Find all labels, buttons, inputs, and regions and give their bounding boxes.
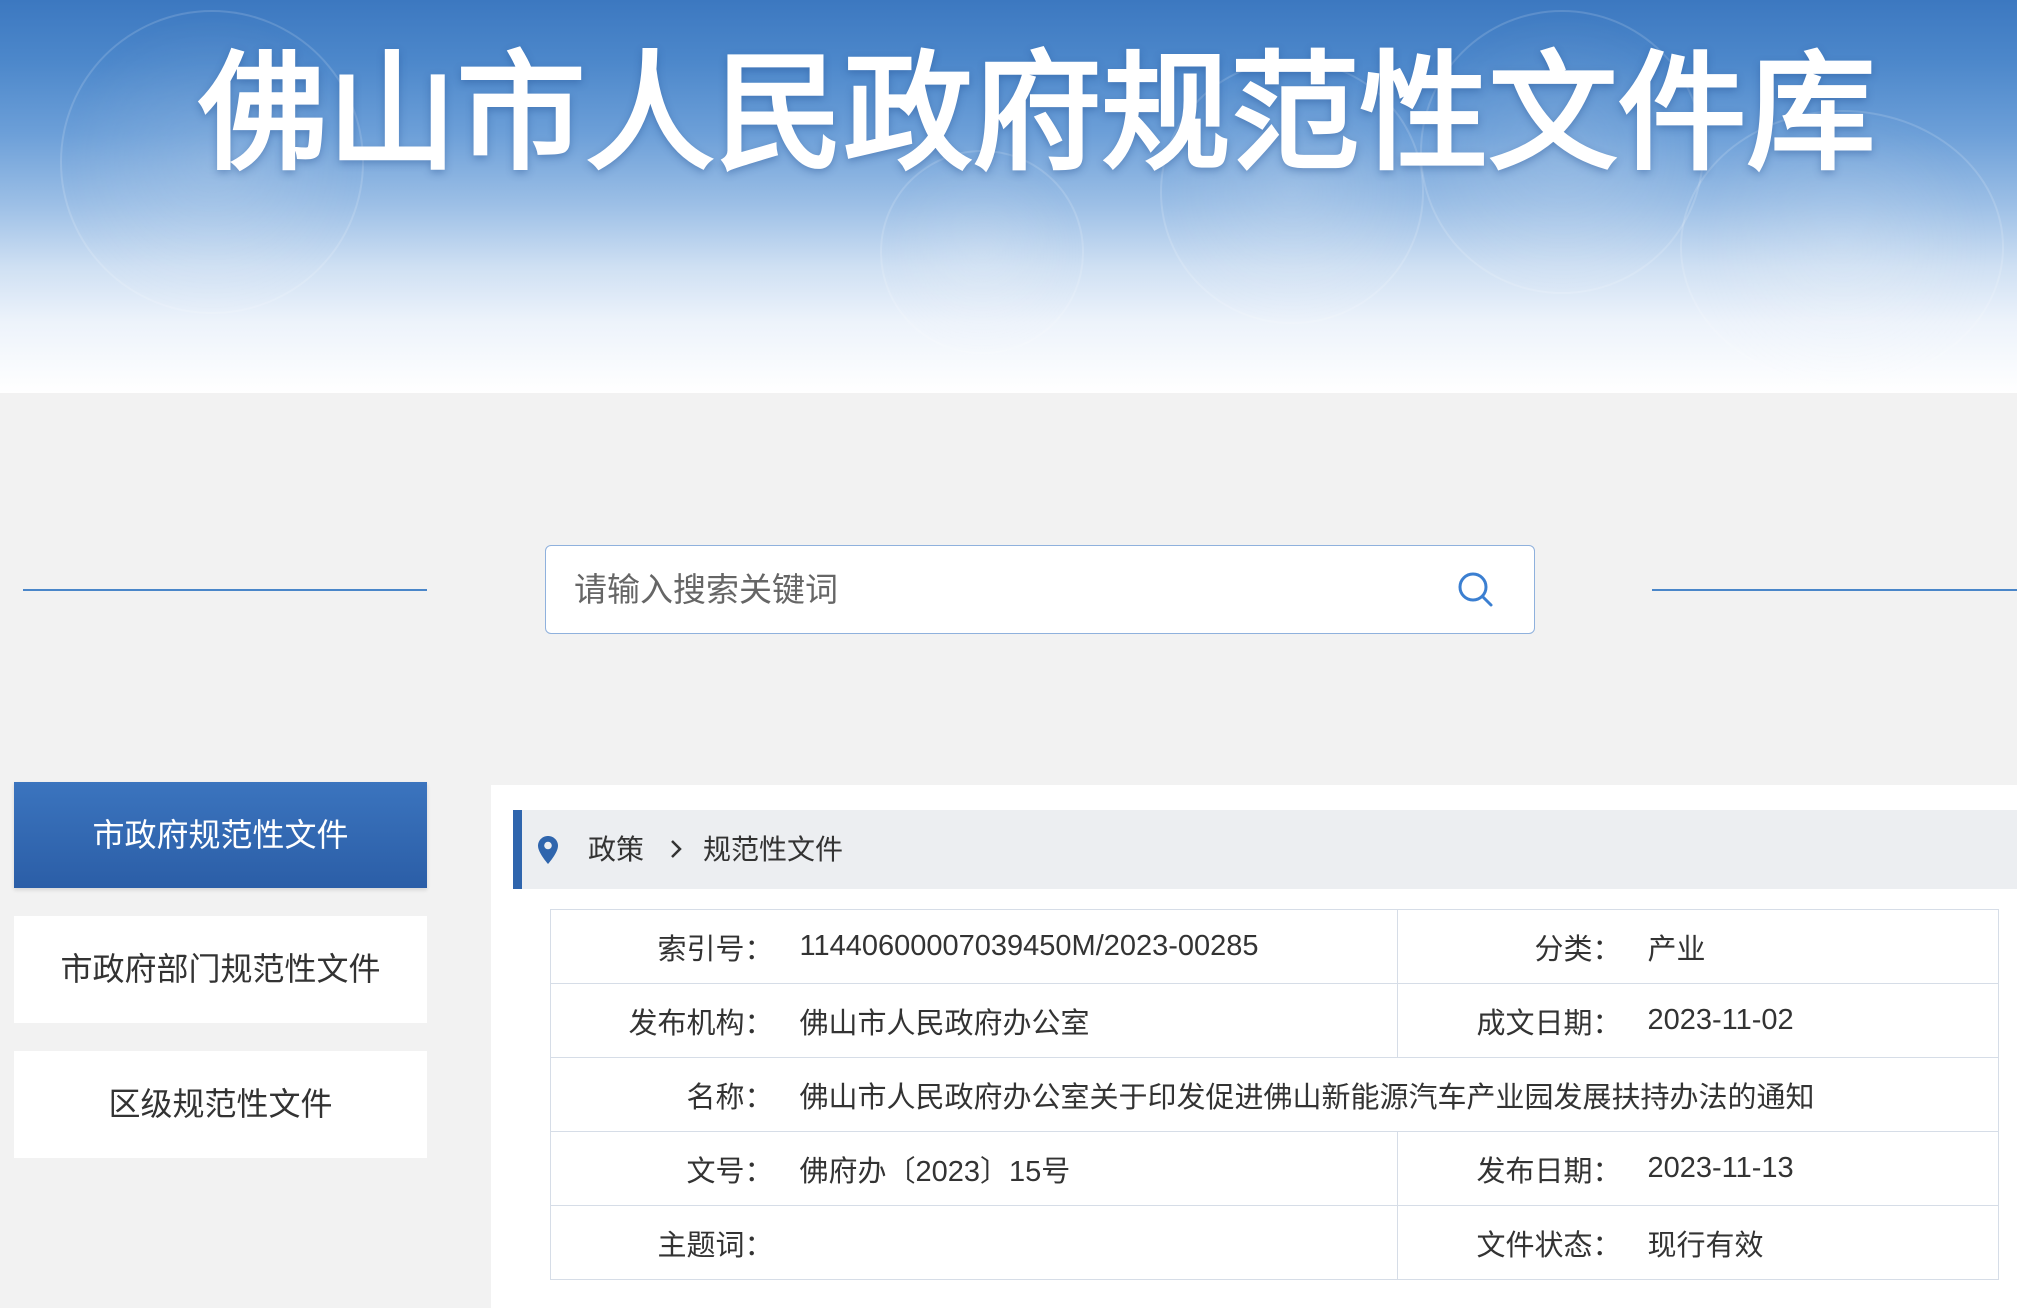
document-number-value: 佛府办〔2023〕15号 xyxy=(775,1131,1398,1206)
search-box xyxy=(545,545,1535,634)
sidebar-item-municipal-dept-docs[interactable]: 市政府部门规范性文件 xyxy=(14,916,427,1023)
chevron-right-icon xyxy=(669,838,683,860)
search-input[interactable] xyxy=(574,546,1434,633)
main-content-panel: 政策 规范性文件 索引号： 11440600007039450M/2023-00… xyxy=(491,785,2017,1308)
site-title: 佛山市人民政府规范性文件库 xyxy=(198,42,1876,186)
sidebar-item-municipal-gov-docs[interactable]: 市政府规范性文件 xyxy=(14,782,427,888)
publish-date-label: 发布日期： xyxy=(1397,1131,1624,1206)
table-row: 名称： 佛山市人民政府办公室关于印发促进佛山新能源汽车产业园发展扶持办法的通知 xyxy=(550,1057,1999,1132)
search-icon[interactable] xyxy=(1455,569,1497,611)
index-number-value: 11440600007039450M/2023-00285 xyxy=(775,909,1398,984)
document-info-table: 索引号： 11440600007039450M/2023-00285 分类： 产… xyxy=(550,909,1999,1280)
table-row: 发布机构： 佛山市人民政府办公室 成文日期： 2023-11-02 xyxy=(550,983,1999,1058)
table-row: 索引号： 11440600007039450M/2023-00285 分类： 产… xyxy=(550,909,1999,984)
breadcrumb: 政策 规范性文件 xyxy=(513,810,2017,889)
keywords-value xyxy=(775,1205,1398,1280)
breadcrumb-link-policy[interactable]: 政策 xyxy=(588,810,644,889)
search-divider-left xyxy=(23,589,427,591)
document-number-label: 文号： xyxy=(550,1131,776,1206)
table-row: 主题词： 文件状态： 现行有效 xyxy=(550,1205,1999,1280)
written-date-value: 2023-11-02 xyxy=(1623,983,1999,1058)
written-date-label: 成文日期： xyxy=(1397,983,1624,1058)
status-value: 现行有效 xyxy=(1623,1205,1999,1280)
issuer-label: 发布机构： xyxy=(550,983,776,1058)
issuer-value: 佛山市人民政府办公室 xyxy=(775,983,1398,1058)
publish-date-value: 2023-11-13 xyxy=(1623,1131,1999,1206)
table-row: 文号： 佛府办〔2023〕15号 发布日期： 2023-11-13 xyxy=(550,1131,1999,1206)
category-value: 产业 xyxy=(1623,909,1999,984)
document-name-value: 佛山市人民政府办公室关于印发促进佛山新能源汽车产业园发展扶持办法的通知 xyxy=(775,1057,1999,1132)
status-label: 文件状态： xyxy=(1397,1205,1624,1280)
search-divider-right xyxy=(1652,589,2017,591)
document-name-label: 名称： xyxy=(550,1057,776,1132)
keywords-label: 主题词： xyxy=(550,1205,776,1280)
index-number-label: 索引号： xyxy=(550,909,776,984)
header-banner: 佛山市人民政府规范性文件库 xyxy=(0,0,2017,393)
breadcrumb-link-normative-docs[interactable]: 规范性文件 xyxy=(703,810,843,889)
location-pin-icon xyxy=(537,835,559,865)
category-label: 分类： xyxy=(1397,909,1624,984)
sidebar-item-district-docs[interactable]: 区级规范性文件 xyxy=(14,1051,427,1158)
